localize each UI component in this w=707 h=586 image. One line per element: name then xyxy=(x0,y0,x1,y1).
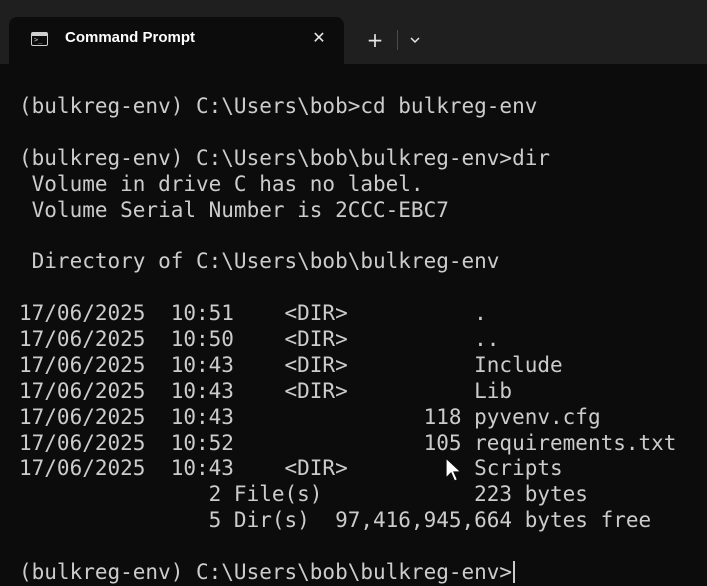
prompt-text: (bulkreg-env) C:\Users\bob\bulkreg-env> xyxy=(19,560,513,585)
console-line: 17/06/2025 10:43 <DIR> Scripts xyxy=(19,456,563,481)
terminal-icon: >_ xyxy=(31,32,48,46)
console-line: 17/06/2025 10:50 <DIR> .. xyxy=(19,327,500,352)
console-line: 17/06/2025 10:43 <DIR> Include xyxy=(19,352,563,377)
console-line: 17/06/2025 10:52 105 requirements.txt xyxy=(19,430,677,455)
console-line: 5 Dir(s) 97,416,945,664 bytes free xyxy=(19,508,652,533)
terminal-window: >_ Command Prompt ✕ + (bulkreg-env) C:\U… xyxy=(0,0,707,586)
chevron-down-icon[interactable] xyxy=(405,29,425,51)
console-line: Volume Serial Number is 2CCC-EBC7 xyxy=(19,197,449,222)
tab-title: Command Prompt xyxy=(65,29,196,46)
new-tab-button[interactable]: + xyxy=(362,27,388,53)
title-bar: >_ Command Prompt ✕ + xyxy=(0,0,707,64)
console-line: 17/06/2025 10:43 118 pyvenv.cfg xyxy=(19,404,601,429)
console-line: 17/06/2025 10:51 <DIR> . xyxy=(19,301,487,326)
console-line: Volume in drive C has no label. xyxy=(19,171,424,196)
console-line: 17/06/2025 10:43 <DIR> Lib xyxy=(19,378,513,403)
console-line: 2 File(s) 223 bytes xyxy=(19,482,588,507)
console-line: Directory of C:\Users\bob\bulkreg-env xyxy=(19,249,500,274)
console-line: (bulkreg-env) C:\Users\bob>cd bulkreg-en… xyxy=(19,94,538,118)
prompt-line[interactable]: (bulkreg-env) C:\Users\bob\bulkreg-env> xyxy=(19,560,707,586)
text-cursor xyxy=(513,561,516,584)
tab-command-prompt[interactable]: >_ Command Prompt ✕ xyxy=(9,17,344,64)
mouse-pointer-icon xyxy=(444,456,464,484)
close-tab-icon[interactable]: ✕ xyxy=(307,26,331,50)
tab-divider xyxy=(397,30,398,50)
console-output[interactable]: (bulkreg-env) C:\Users\bob>cd bulkreg-en… xyxy=(19,94,707,586)
console-line: (bulkreg-env) C:\Users\bob\bulkreg-env>d… xyxy=(19,145,551,170)
